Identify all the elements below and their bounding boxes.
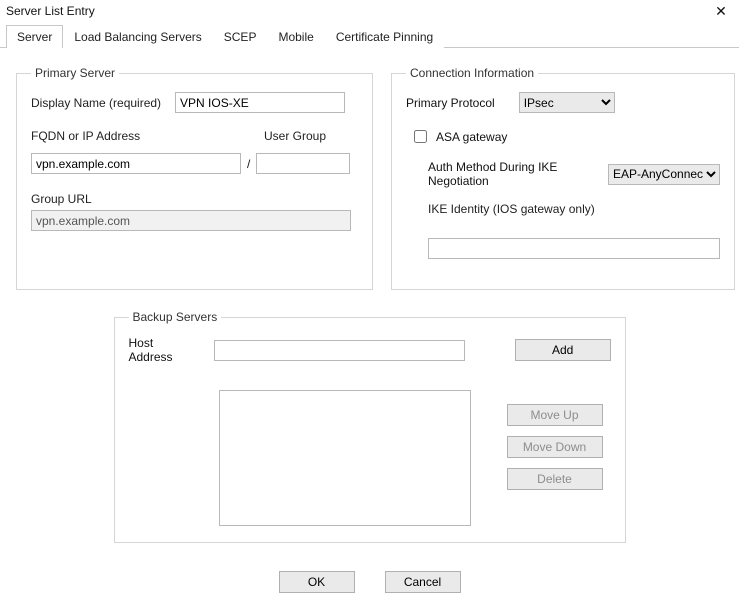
backup-servers-group: Backup Servers Host Address Add Move Up … (114, 310, 626, 543)
group-url-label: Group URL (31, 192, 358, 206)
asa-gateway-label: ASA gateway (436, 130, 507, 144)
tab-certificate-pinning[interactable]: Certificate Pinning (325, 25, 444, 48)
connection-information-group: Connection Information Primary Protocol … (391, 66, 735, 290)
fqdn-input[interactable] (31, 153, 241, 174)
tab-scep[interactable]: SCEP (213, 25, 268, 48)
tab-load-balancing[interactable]: Load Balancing Servers (63, 25, 212, 48)
fqdn-label: FQDN or IP Address (31, 129, 234, 143)
backup-servers-list[interactable] (219, 390, 471, 526)
ike-identity-input[interactable] (428, 238, 720, 259)
delete-button[interactable]: Delete (507, 468, 603, 490)
primary-protocol-label: Primary Protocol (406, 96, 495, 110)
host-address-label: Host Address (129, 336, 200, 364)
tab-mobile[interactable]: Mobile (267, 25, 324, 48)
ike-identity-label: IKE Identity (IOS gateway only) (428, 202, 720, 216)
auth-method-select[interactable]: EAP-AnyConnect (608, 164, 720, 185)
backup-servers-legend: Backup Servers (129, 310, 222, 324)
ok-button[interactable]: OK (279, 571, 355, 593)
move-up-button[interactable]: Move Up (507, 404, 603, 426)
user-group-label: User Group (264, 129, 358, 143)
primary-protocol-select[interactable]: IPsec (519, 92, 615, 113)
primary-server-legend: Primary Server (31, 66, 119, 80)
window-title: Server List Entry (6, 4, 95, 18)
add-button[interactable]: Add (515, 339, 611, 361)
display-name-input[interactable] (175, 92, 345, 113)
asa-gateway-checkbox[interactable] (414, 130, 427, 143)
connection-information-legend: Connection Information (406, 66, 538, 80)
auth-method-label: Auth Method During IKE Negotiation (428, 160, 594, 188)
tab-server[interactable]: Server (6, 25, 63, 48)
tab-content: Primary Server Display Name (required) F… (0, 48, 739, 551)
tab-strip: Server Load Balancing Servers SCEP Mobil… (0, 24, 739, 48)
user-group-input[interactable] (256, 153, 350, 174)
title-bar: Server List Entry ✕ (0, 0, 739, 24)
host-address-input[interactable] (214, 340, 465, 361)
group-url-input (31, 210, 351, 231)
fqdn-user-separator: / (247, 157, 250, 171)
dialog-footer: OK Cancel (0, 551, 739, 607)
cancel-button[interactable]: Cancel (385, 571, 461, 593)
close-icon[interactable]: ✕ (711, 4, 731, 18)
primary-server-group: Primary Server Display Name (required) F… (16, 66, 373, 290)
move-down-button[interactable]: Move Down (507, 436, 603, 458)
display-name-label: Display Name (required) (31, 96, 161, 110)
